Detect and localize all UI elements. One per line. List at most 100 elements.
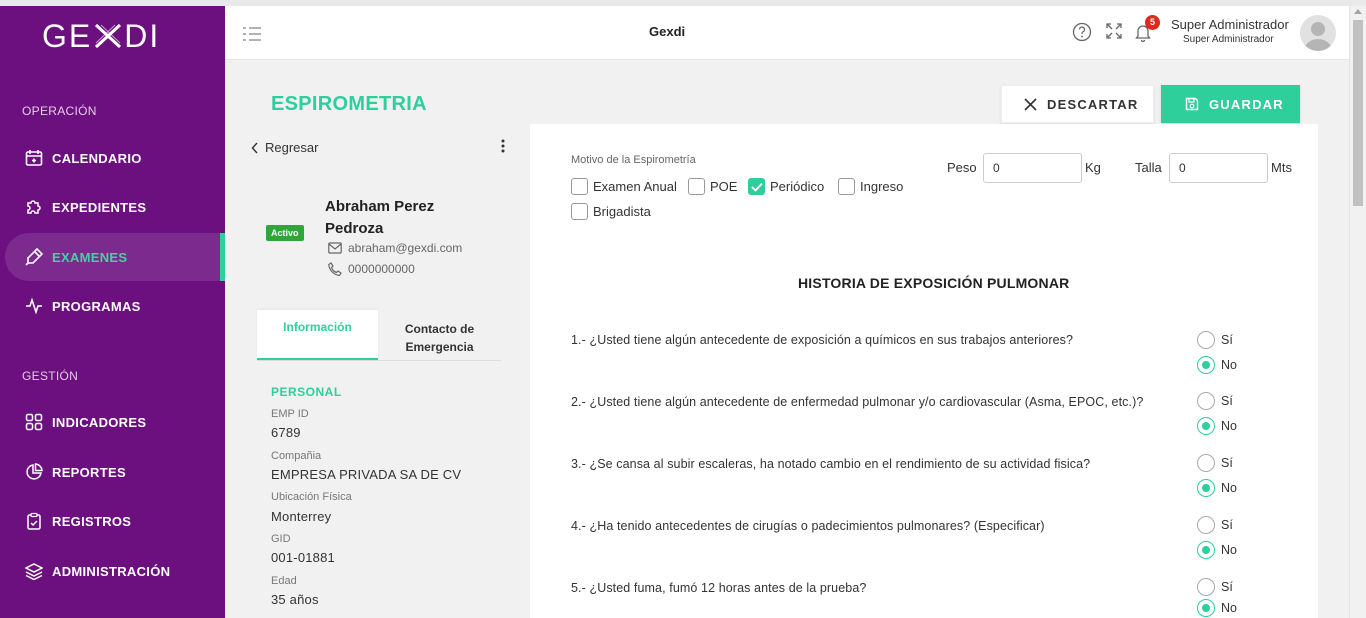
sidebar-item-administracion[interactable]: ADMINISTRACIÓN	[5, 547, 225, 595]
question-1-yes-radio[interactable]: Sí	[1197, 331, 1233, 349]
question-2-no-radio[interactable]: No	[1197, 417, 1237, 435]
close-icon	[1024, 97, 1037, 111]
sidebar-item-label: EXAMENES	[52, 249, 128, 265]
profile-tabs: Información Contacto de Emergencia	[257, 310, 501, 361]
back-link[interactable]: Regresar	[251, 140, 318, 155]
sidebar-item-registros[interactable]: REGISTROS	[5, 497, 225, 545]
question-3-no-radio[interactable]: No	[1197, 479, 1237, 497]
sidebar-item-reportes[interactable]: REPORTES	[5, 448, 225, 496]
page-scrollbar[interactable]	[1349, 6, 1366, 618]
question-3-yes-radio[interactable]: Sí	[1197, 454, 1233, 472]
tab-informacion[interactable]: Información	[257, 310, 378, 360]
checkbox-brigadista[interactable]: Brigadista	[571, 203, 651, 220]
check-icon	[750, 182, 763, 192]
logo-x-mark-icon	[93, 23, 123, 49]
discard-button-label: DESCARTAR	[1047, 96, 1139, 112]
radio-label: Sí	[1221, 518, 1233, 532]
question-1-no-radio[interactable]: No	[1197, 356, 1237, 374]
sidebar: GE DI OPERACIÓN CALENDARIO EXPEDIENTES EX…	[0, 6, 225, 618]
fullscreen-icon[interactable]	[1105, 22, 1127, 44]
history-section-title: HISTORIA DE EXPOSICIÓN PULMONAR	[798, 275, 1070, 291]
peso-input[interactable]: 0	[983, 153, 1082, 183]
patient-phone[interactable]: 0000000000	[348, 262, 415, 276]
user-role: Super Administrador	[1183, 34, 1274, 45]
peso-unit: Kg	[1085, 160, 1101, 175]
field-value-ubicacion: Monterrey	[271, 509, 332, 524]
sidebar-item-programas[interactable]: PROGRAMAS	[5, 282, 225, 330]
radio-dot-selected	[1197, 479, 1215, 497]
section-label-gestion: GESTIÓN	[22, 369, 79, 383]
checkbox-periodico[interactable]: Periódico	[748, 178, 824, 195]
field-value-gid: 001-01881	[271, 550, 335, 565]
sidebar-item-label: EXPEDIENTES	[52, 199, 147, 215]
chevron-left-icon	[251, 142, 259, 154]
save-icon	[1185, 97, 1199, 111]
sidebar-item-expedientes[interactable]: EXPEDIENTES	[5, 183, 225, 231]
question-1: 1.- ¿Usted tiene algún antecedente de ex…	[571, 333, 1074, 347]
field-value-compania: EMPRESA PRIVADA SA DE CV	[271, 467, 462, 482]
more-options-icon[interactable]	[499, 138, 507, 154]
radio-label: Sí	[1221, 333, 1233, 347]
field-label-compania: Compañia	[271, 450, 322, 462]
talla-input[interactable]: 0	[1169, 153, 1268, 183]
motivo-label: Motivo de la Espirometría	[571, 154, 696, 166]
checkbox-label: Examen Anual	[593, 179, 677, 194]
sidebar-item-label: REPORTES	[52, 464, 126, 480]
back-link-label: Regresar	[265, 140, 319, 155]
radio-dot-selected	[1197, 541, 1215, 559]
sidebar-item-indicadores[interactable]: INDICADORES	[5, 398, 225, 446]
sidebar-item-label: PROGRAMAS	[52, 298, 141, 314]
top-header: Gexdi 5 Super Administrador Super Admini…	[225, 6, 1349, 60]
mail-icon	[328, 242, 342, 254]
radio-label: Sí	[1221, 394, 1233, 408]
avatar[interactable]	[1300, 15, 1336, 51]
puzzle-icon	[24, 197, 44, 217]
radio-label: No	[1221, 543, 1237, 557]
field-value-emp-id: 6789	[271, 425, 301, 440]
phone-icon	[328, 262, 342, 276]
patient-email[interactable]: abraham@gexdi.com	[348, 241, 462, 255]
checkbox-examen-anual[interactable]: Examen Anual	[571, 178, 677, 195]
radio-label: No	[1221, 481, 1237, 495]
checkbox-label: POE	[710, 179, 738, 194]
checkbox-poe[interactable]: POE	[688, 178, 737, 195]
question-5-yes-radio[interactable]: Sí	[1197, 578, 1233, 596]
talla-label: Talla	[1135, 160, 1162, 175]
help-icon[interactable]	[1072, 22, 1094, 44]
scroll-up-arrow-icon[interactable]	[1354, 9, 1362, 14]
pulse-icon	[24, 296, 44, 316]
menu-toggle-icon[interactable]	[242, 26, 262, 42]
scroll-thumb[interactable]	[1353, 20, 1363, 206]
question-4-yes-radio[interactable]: Sí	[1197, 516, 1233, 534]
layers-icon	[24, 561, 44, 581]
sidebar-item-calendario[interactable]: CALENDARIO	[5, 134, 225, 182]
question-4-no-radio[interactable]: No	[1197, 541, 1237, 559]
checkbox-box	[688, 178, 705, 195]
save-button[interactable]: GUARDAR	[1161, 85, 1300, 123]
discard-button[interactable]: DESCARTAR	[1001, 85, 1154, 123]
checkbox-box	[838, 178, 855, 195]
patient-name: Abraham Perez Pedroza	[325, 198, 435, 237]
gexdi-logo[interactable]: GE DI	[42, 18, 160, 55]
question-4: 4.- ¿Ha tenido antecedentes de cirugías …	[571, 519, 1045, 533]
checkbox-label: Ingreso	[860, 179, 904, 194]
sidebar-item-examenes[interactable]: EXAMENES	[5, 233, 225, 281]
checkbox-ingreso[interactable]: Ingreso	[838, 178, 903, 195]
radio-label: No	[1221, 419, 1237, 433]
radio-label: Sí	[1221, 580, 1233, 594]
status-badge: Activo	[266, 225, 304, 241]
checkbox-box	[571, 203, 588, 220]
tab-contacto-emergencia[interactable]: Contacto de Emergencia	[378, 310, 501, 360]
checkbox-label: Brigadista	[593, 204, 651, 219]
question-2-yes-radio[interactable]: Sí	[1197, 392, 1233, 410]
calendar-icon	[24, 148, 44, 168]
question-5-no-radio[interactable]: No	[1197, 599, 1237, 617]
save-button-label: GUARDAR	[1209, 96, 1284, 112]
field-label-ubicacion: Ubicación Física	[271, 491, 352, 503]
checkbox-box-checked	[748, 178, 765, 195]
header-app-title: Gexdi	[649, 24, 686, 39]
section-personal-title: PERSONAL	[271, 385, 342, 399]
talla-unit: Mts	[1271, 160, 1292, 175]
user-name[interactable]: Super Administrador	[1171, 17, 1289, 32]
radio-dot	[1197, 516, 1215, 534]
